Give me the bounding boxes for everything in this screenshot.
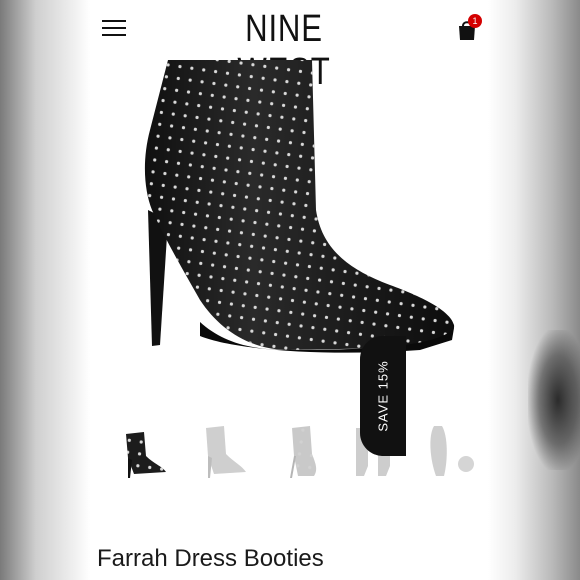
hamburger-menu-icon[interactable] bbox=[102, 18, 126, 38]
cart-count-badge: 1 bbox=[468, 14, 482, 28]
product-main-image[interactable] bbox=[90, 60, 488, 400]
background-blur bbox=[528, 330, 580, 470]
save-promo-tab[interactable]: SAVE 15% bbox=[360, 336, 406, 456]
thumbnail-5[interactable] bbox=[420, 420, 480, 484]
thumbnail-1[interactable] bbox=[114, 420, 174, 484]
product-title: Farrah Dress Booties bbox=[97, 545, 324, 572]
background-right bbox=[488, 0, 580, 580]
phone-screen: NINE WEST 1 bbox=[90, 0, 488, 580]
save-promo-label: SAVE 15% bbox=[375, 360, 391, 432]
thumbnail-2[interactable] bbox=[194, 420, 254, 484]
thumbnail-strip bbox=[90, 420, 488, 490]
thumbnail-3[interactable] bbox=[274, 420, 334, 484]
header-bar: NINE WEST 1 bbox=[90, 0, 488, 93]
background-left bbox=[0, 0, 90, 580]
